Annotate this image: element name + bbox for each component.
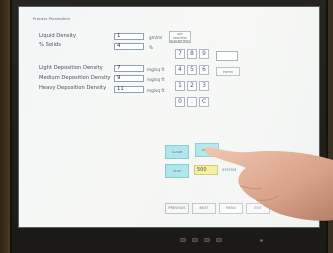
key-6[interactable]: 6 bbox=[199, 65, 209, 75]
medium-deposition-input[interactable]: 9 bbox=[114, 75, 144, 82]
next-button[interactable]: NEXT bbox=[192, 203, 216, 214]
monitor-control-button[interactable] bbox=[216, 238, 222, 242]
solids-label: % Solids bbox=[39, 42, 61, 48]
key-9[interactable]: 9 bbox=[199, 49, 209, 59]
key-1[interactable]: 1 bbox=[175, 81, 185, 91]
key-2[interactable]: 2 bbox=[187, 81, 197, 91]
solids-input[interactable]: 4 bbox=[114, 43, 144, 50]
key-0[interactable]: 0 bbox=[175, 97, 185, 107]
liquid-density-unit: gm/ml bbox=[149, 35, 163, 40]
screen-glare bbox=[139, 7, 319, 227]
liquid-density-input[interactable]: 1 bbox=[114, 33, 144, 40]
light-deposition-input[interactable]: 7 bbox=[114, 65, 144, 72]
heavy-deposition-input[interactable]: 11 bbox=[114, 86, 144, 93]
key-4[interactable]: 4 bbox=[175, 65, 185, 75]
medium-deposition-unit: mg/sq ft bbox=[147, 77, 165, 82]
heavy-deposition-label: Heavy Deposition Density bbox=[39, 85, 107, 91]
light-deposition-unit: mg/sq ft bbox=[147, 67, 165, 72]
reset-button[interactable]: RESET bbox=[195, 143, 219, 157]
keypad-display bbox=[216, 51, 238, 61]
medium-deposition-label: Medium Deposition Density bbox=[39, 75, 111, 81]
light-deposition-label: Light Deposition Density bbox=[39, 65, 103, 71]
system-value-field[interactable]: 500 bbox=[194, 165, 218, 175]
key-8[interactable]: 8 bbox=[187, 49, 197, 59]
touch-screen[interactable]: Process Parameters Liquid Density 1 gm/m… bbox=[18, 6, 320, 228]
stop-button[interactable]: STOP bbox=[165, 164, 189, 178]
alarm-button[interactable]: ALARM bbox=[165, 145, 189, 159]
key-decimal[interactable]: . bbox=[187, 97, 197, 107]
monitor-control-button[interactable] bbox=[192, 238, 198, 242]
menu-button[interactable]: MENU bbox=[219, 203, 243, 214]
set-process-parameters-button[interactable]: SET PROCESS PARAMETERS bbox=[169, 31, 191, 43]
key-7[interactable]: 7 bbox=[175, 49, 185, 59]
heavy-deposition-unit: mg/sq ft bbox=[147, 88, 165, 93]
monitor-control-button[interactable] bbox=[204, 238, 210, 242]
liquid-density-label: Liquid Density bbox=[39, 33, 77, 39]
page-title: Process Parameters bbox=[33, 17, 71, 21]
solids-unit: % bbox=[149, 45, 153, 50]
monitor-control-button[interactable] bbox=[180, 238, 186, 242]
system-label: SYSTEM bbox=[222, 168, 237, 172]
power-led-icon bbox=[260, 239, 263, 242]
key-5[interactable]: 5 bbox=[187, 65, 197, 75]
previous-button[interactable]: PREVIOUS bbox=[165, 203, 189, 214]
key-clear[interactable]: C bbox=[199, 97, 209, 107]
exit-button[interactable]: EXIT bbox=[246, 203, 270, 214]
enter-button[interactable]: ENTER bbox=[216, 67, 240, 76]
key-3[interactable]: 3 bbox=[199, 81, 209, 91]
